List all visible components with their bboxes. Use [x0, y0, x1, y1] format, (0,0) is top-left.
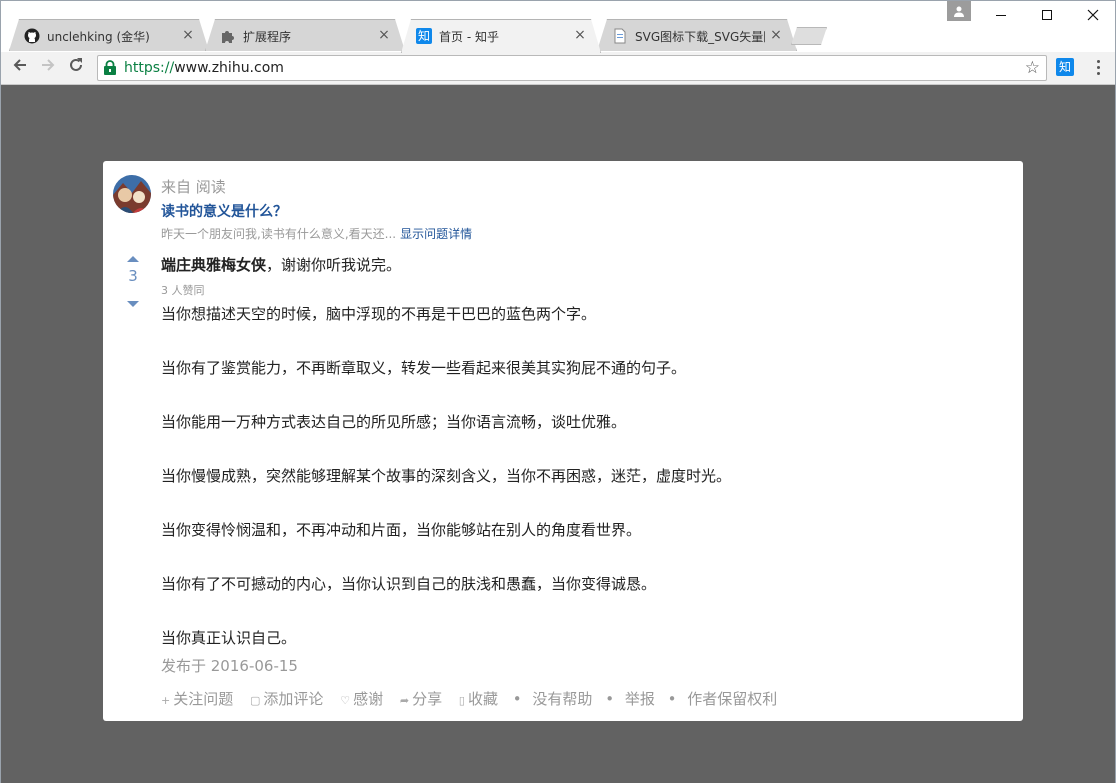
- menu-icon[interactable]: [1091, 57, 1105, 79]
- zhihu-extension-icon[interactable]: 知: [1056, 58, 1074, 76]
- zhihu-icon: 知: [417, 29, 430, 43]
- answer-paragraph: 当你有了鉴赏能力，不再断章取义，转发一些看起来很美其实狗屁不通的句子。: [161, 359, 687, 377]
- answer-paragraph: 当你有了不可撼动的内心，当你认识到自己的肤浅和愚蠢，当你变得诚恳。: [161, 575, 657, 593]
- question-title[interactable]: 读书的意义是什么？: [161, 201, 287, 221]
- share-icon: ➦: [399, 694, 410, 707]
- arrow-right-icon: [42, 59, 55, 71]
- answer-author: 端庄典雅梅女侠，谢谢你听我说完。: [161, 254, 401, 275]
- tab-title: SVG图标下载_SVG矢量图: [635, 30, 765, 44]
- likes-count[interactable]: 3 人赞同: [161, 282, 205, 298]
- excerpt-text: 昨天一个朋友问我,读书有什么意义,看天还...: [161, 227, 397, 241]
- minimize-icon: [996, 15, 1006, 16]
- tab-svg[interactable]: SVG图标下载_SVG矢量图 ×: [597, 19, 797, 51]
- page-viewport: 来自 阅读 读书的意义是什么？ 昨天一个朋友问我,读书有什么意义,看天还... 显…: [1, 86, 1115, 783]
- url-text: https://www.zhihu.com: [124, 60, 284, 76]
- separator-dot: •: [667, 690, 677, 708]
- bookmark-icon: ▯: [458, 694, 465, 707]
- title-bar: unclehking (金华) × 扩展程序 × 知 首页 - 知乎 × SVG…: [1, 1, 1115, 52]
- browser-toolbar: https://www.zhihu.com ☆ 知: [1, 52, 1115, 85]
- browser-window: unclehking (金华) × 扩展程序 × 知 首页 - 知乎 × SVG…: [0, 0, 1116, 783]
- avatar[interactable]: [113, 175, 151, 213]
- back-button[interactable]: [9, 57, 31, 79]
- action-bar: + 关注问题 ▢ 添加评论 ♡ 感谢 ➦ 分享 ▯ 收藏 • 没有帮助 • 举报 • 作者…: [161, 688, 779, 709]
- profile-button[interactable]: [947, 1, 971, 21]
- star-icon[interactable]: ☆: [1025, 58, 1040, 78]
- vote-count: 3: [128, 267, 138, 285]
- copyright-label: 作者保留权利: [687, 690, 778, 708]
- reload-button[interactable]: [65, 57, 87, 79]
- answer-paragraph: 当你真正认识自己。: [161, 629, 297, 647]
- close-icon[interactable]: ×: [180, 27, 196, 43]
- add-comment-button[interactable]: ▢ 添加评论: [250, 690, 325, 708]
- follow-question-button[interactable]: + 关注问题: [161, 690, 235, 708]
- separator-dot: •: [605, 690, 615, 708]
- address-bar[interactable]: https://www.zhihu.com ☆: [97, 55, 1047, 81]
- publish-date[interactable]: 发布于 2016-06-15: [161, 655, 298, 676]
- close-icon: [1087, 9, 1099, 21]
- author-bio: ，谢谢你听我说完。: [266, 256, 402, 274]
- separator-dot: •: [512, 690, 522, 708]
- feed-card: 来自 阅读 读书的意义是什么？ 昨天一个朋友问我,读书有什么意义,看天还... 显…: [103, 161, 1023, 721]
- person-icon: [954, 6, 964, 17]
- question-excerpt: 昨天一个朋友问我,读书有什么意义,看天还... 显示问题详情: [161, 225, 472, 242]
- forward-button[interactable]: [37, 57, 59, 79]
- lock-icon: [104, 60, 116, 75]
- collect-button[interactable]: ▯ 收藏: [459, 690, 500, 708]
- github-icon: [24, 28, 40, 44]
- close-icon[interactable]: ×: [376, 27, 392, 43]
- report-button[interactable]: 举报: [625, 690, 655, 708]
- minimize-button[interactable]: [978, 1, 1024, 31]
- answer-paragraph: 当你想描述天空的时候，脑中浮现的不再是干巴巴的蓝色两个字。: [161, 305, 597, 323]
- vote-widget: 3: [123, 256, 143, 307]
- answer-paragraph: 当你能用一万种方式表达自己的所见所感；当你语言流畅，谈吐优雅。: [161, 413, 627, 431]
- answer-paragraph: 当你慢慢成熟，突然能够理解某个故事的深刻含义，当你不再困惑，迷茫，虚度时光。: [161, 467, 732, 485]
- downvote-icon[interactable]: [127, 301, 139, 307]
- tab-title: 首页 - 知乎: [439, 30, 499, 44]
- author-name[interactable]: 端庄典雅梅女侠: [161, 256, 266, 274]
- close-icon[interactable]: ×: [572, 27, 588, 43]
- close-window-button[interactable]: [1070, 1, 1116, 31]
- unhelpful-button[interactable]: 没有帮助: [532, 690, 592, 708]
- tab-title: unclehking (金华): [47, 30, 150, 44]
- share-button[interactable]: ➦ 分享: [400, 690, 444, 708]
- new-tab-button[interactable]: [791, 27, 827, 45]
- heart-icon: ♡: [340, 694, 351, 707]
- tab-github[interactable]: unclehking (金华) ×: [9, 19, 209, 51]
- answer-body: 当你想描述天空的时候，脑中浮现的不再是干巴巴的蓝色两个字。 当你有了鉴赏能力，不…: [161, 303, 981, 649]
- tab-title: 扩展程序: [243, 30, 292, 44]
- maximize-button[interactable]: [1024, 1, 1070, 31]
- tab-extensions[interactable]: 扩展程序 ×: [205, 19, 405, 51]
- tab-zhihu[interactable]: 知 首页 - 知乎 ×: [401, 19, 601, 53]
- show-detail-link[interactable]: 显示问题详情: [400, 227, 472, 241]
- maximize-icon: [1042, 10, 1052, 20]
- source-label: 来自 阅读: [161, 178, 226, 196]
- plus-icon: +: [161, 694, 171, 707]
- reload-icon: [70, 58, 82, 71]
- thanks-button[interactable]: ♡ 感谢: [340, 690, 385, 708]
- comment-icon: ▢: [250, 694, 261, 707]
- document-icon: [612, 28, 628, 44]
- upvote-icon[interactable]: [127, 256, 139, 262]
- close-icon[interactable]: ×: [768, 27, 784, 43]
- puzzle-icon: [220, 28, 236, 44]
- arrow-left-icon: [13, 59, 26, 71]
- answer-paragraph: 当你变得怜悯温和，不再冲动和片面，当你能够站在别人的角度看世界。: [161, 521, 642, 539]
